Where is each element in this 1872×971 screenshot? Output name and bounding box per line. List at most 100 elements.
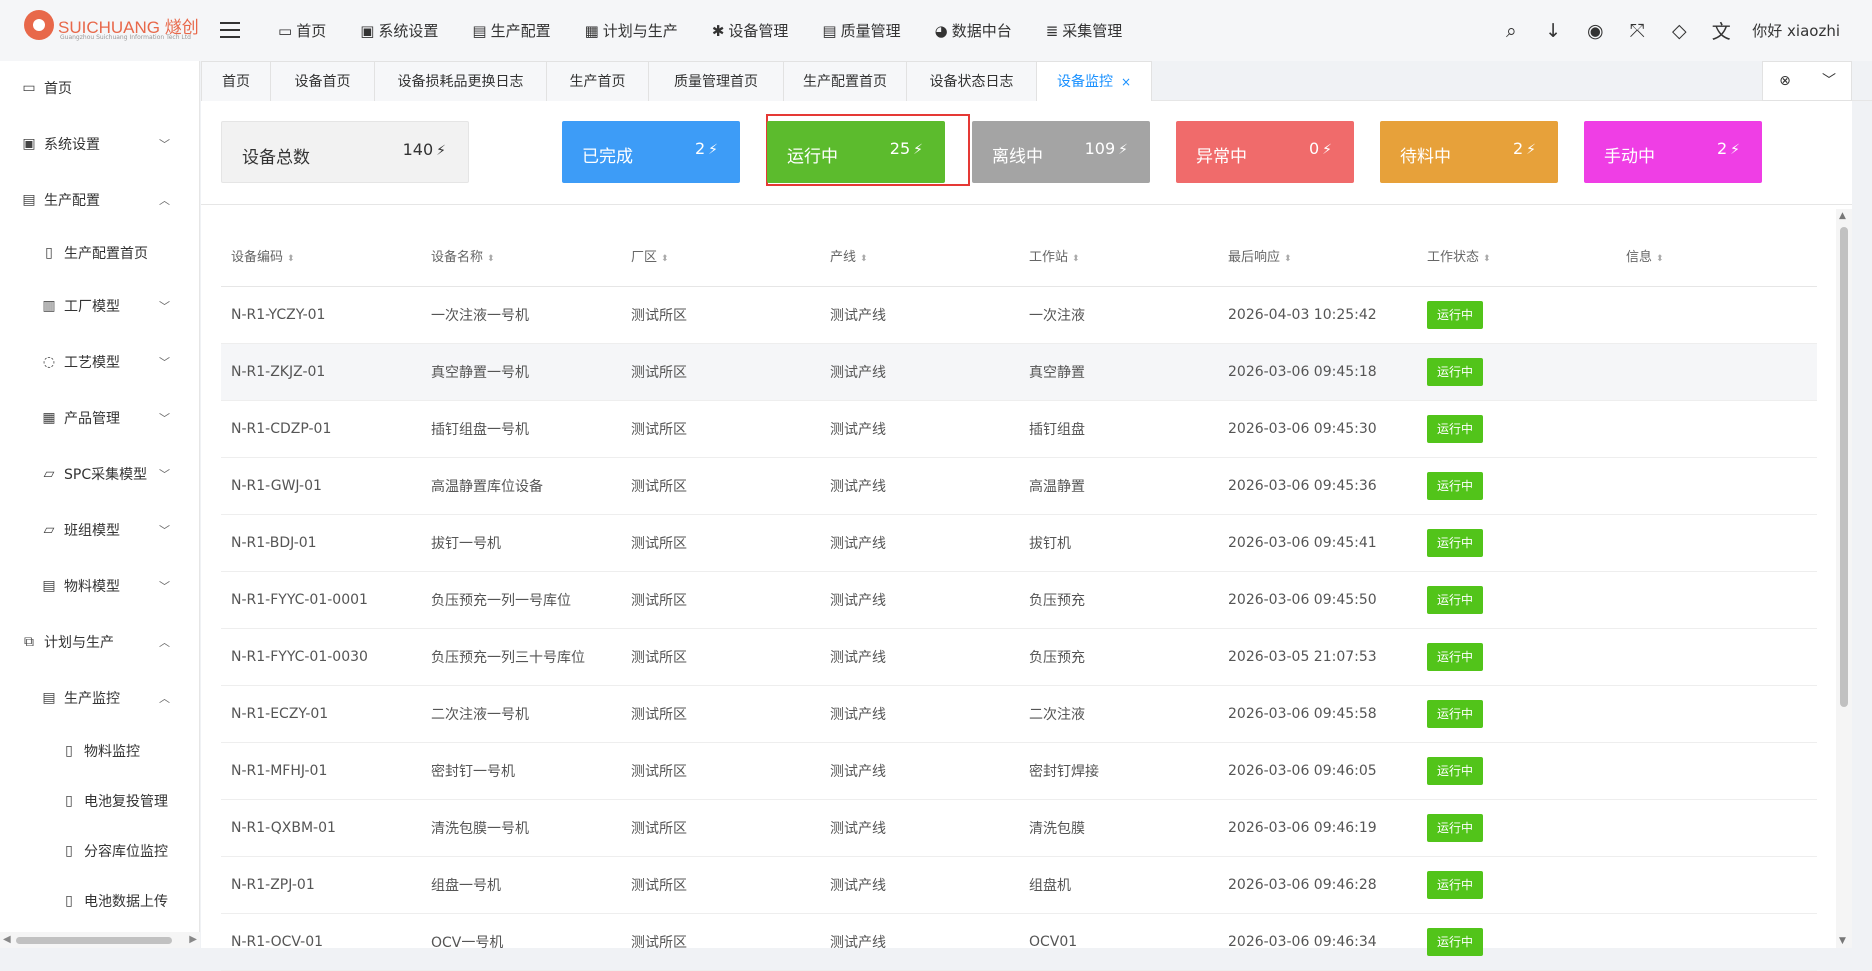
sidebar-item-production-config[interactable]: ▤ 生产配置 ︿	[0, 180, 200, 220]
sidebar-item-capacity-location[interactable]: ▯ 分容库位监控	[0, 831, 200, 871]
sidebar-item-production-config-home[interactable]: ▯ 生产配置首页	[0, 233, 200, 273]
sidebar-item-battery-reinvest[interactable]: ▯ 电池复投管理	[0, 781, 200, 821]
sort-icon[interactable]: ⬍	[1072, 254, 1080, 264]
stat-running[interactable]: 运行中 25 ⚡	[767, 121, 945, 183]
sidebar-item-process-model[interactable]: ◌ 工艺模型 ﹀	[0, 342, 200, 382]
stat-manual[interactable]: 手动中 2 ⚡	[1584, 121, 1762, 183]
scroll-thumb[interactable]	[1840, 227, 1848, 707]
tab-quality-home[interactable]: 质量管理首页	[648, 61, 784, 101]
topnav-system-settings[interactable]: ▣ 系统设置	[360, 0, 438, 61]
topnav-home[interactable]: ▭ 首页	[278, 0, 326, 61]
table-row[interactable]: N-R1-MFHJ-01 密封钉一号机 测试所区 测试产线 密封钉焊接 2026-03-0…	[221, 742, 1817, 800]
sidebar-item-home[interactable]: ▭ 首页	[0, 68, 200, 108]
table-row[interactable]: N-R1-YCZY-01 一次注液一号机 测试所区 测试产线 一次注液 2026-04-0…	[221, 286, 1817, 344]
sort-icon[interactable]: ⬍	[487, 254, 495, 264]
brand-logo[interactable]: SUICHUANG 燧创 Guangzhou Suichuang Informa…	[24, 10, 199, 44]
table-row[interactable]: N-R1-ZPJ-01 组盘一号机 测试所区 测试产线 组盘机 2026-03-06 09…	[221, 856, 1817, 914]
sidebar-item-plan-production[interactable]: ⧉ 计划与生产 ︿	[0, 622, 200, 662]
topnav-production-config[interactable]: ▤ 生产配置	[472, 0, 550, 61]
table-cell: 测试所区	[621, 685, 820, 743]
user-greeting[interactable]: 你好 xiaozhi	[1752, 20, 1840, 41]
settings-icon: ▣	[22, 136, 36, 152]
sidebar-item-battery-upload[interactable]: ▯ 电池数据上传	[0, 881, 200, 921]
sort-icon[interactable]: ⬍	[1284, 254, 1292, 264]
table-row[interactable]: N-R1-CDZP-01 插钉组盘一号机 测试所区 测试产线 插钉组盘 2026-03-0…	[221, 400, 1817, 458]
topnav-quality[interactable]: ▤ 质量管理	[822, 0, 900, 61]
bolt-icon: ⚡	[1526, 142, 1536, 158]
table-cell: 清洗包膜	[1019, 799, 1218, 857]
sort-icon[interactable]: ⬍	[661, 254, 669, 264]
tab-equipment-status-log[interactable]: 设备状态日志	[906, 61, 1037, 101]
sidebar-item-spc-model[interactable]: ▱ SPC采集模型 ﹀	[0, 454, 200, 494]
table-row[interactable]: N-R1-GWJ-01 高温静置库位设备 测试所区 测试产线 高温静置 2026-03-0…	[221, 457, 1817, 515]
table-cell	[1616, 400, 1817, 458]
sidebar-item-factory-model[interactable]: ▥ 工厂模型 ﹀	[0, 286, 200, 326]
stat-total[interactable]: 设备总数 140 ⚡	[221, 121, 469, 183]
table-row[interactable]: N-R1-FYYC-01-0030 负压预充一列三十号库位 测试所区 测试产线 负压预充…	[221, 628, 1817, 686]
tab-production-home[interactable]: 生产首页	[546, 61, 649, 101]
table-cell	[1616, 457, 1817, 515]
topnav-plan-production[interactable]: ▦ 计划与生产	[585, 0, 678, 61]
table-cell	[1616, 913, 1817, 971]
column-header[interactable]: 产线 ⬍	[820, 226, 1019, 287]
table-row[interactable]: N-R1-QXBM-01 清洗包膜一号机 测试所区 测试产线 清洗包膜 2026-03-0…	[221, 799, 1817, 857]
sidebar-item-system-settings[interactable]: ▣ 系统设置 ﹀	[0, 124, 200, 164]
tab-equipment-home[interactable]: 设备首页	[270, 61, 375, 101]
sidebar-item-material-monitor[interactable]: ▯ 物料监控	[0, 731, 200, 771]
close-tabs-icon[interactable]: ⊗	[1763, 62, 1807, 100]
table-vscrollbar[interactable]: ▲ ▼	[1836, 209, 1852, 948]
sidebar-item-product-mgmt[interactable]: ▦ 产品管理 ﹀	[0, 398, 200, 438]
table-cell: 测试所区	[621, 742, 820, 800]
translate-icon[interactable]: 文	[1700, 17, 1742, 44]
sidebar-item-label: 首页	[44, 81, 72, 97]
table-row[interactable]: N-R1-FYYC-01-0001 负压预充一列一号库位 测试所区 测试产线 负压预充 2…	[221, 571, 1817, 629]
scroll-thumb[interactable]	[16, 937, 172, 944]
tab-home[interactable]: 首页	[201, 61, 271, 101]
table-row[interactable]: N-R1-ECZY-01 二次注液一号机 测试所区 测试产线 二次注液 2026-03-0…	[221, 685, 1817, 743]
target-icon[interactable]: ◉	[1574, 20, 1616, 42]
tab-label: 生产配置首页	[803, 74, 887, 90]
column-header[interactable]: 设备名称 ⬍	[421, 226, 621, 287]
tab-production-config-home[interactable]: 生产配置首页	[783, 61, 907, 101]
sidebar-item-material-model[interactable]: ▤ 物料模型 ﹀	[0, 566, 200, 606]
topnav-data-center[interactable]: ◕ 数据中台	[935, 0, 1012, 61]
sidebar-item-team-model[interactable]: ▱ 班组模型 ﹀	[0, 510, 200, 550]
sidebar-item-production-monitor[interactable]: ▤ 生产监控 ︿	[0, 678, 200, 718]
menu-toggle-icon[interactable]	[220, 22, 240, 38]
table-row[interactable]: N-R1-OCV-01 OCV一号机 测试所区 测试产线 OCV01 2026-03-06…	[221, 913, 1817, 971]
diamond-icon[interactable]: ◇	[1658, 20, 1700, 42]
column-header[interactable]: 信息 ⬍	[1616, 226, 1817, 287]
sort-icon[interactable]: ⬍	[1483, 254, 1491, 264]
close-icon[interactable]: ×	[1121, 75, 1131, 89]
table-row[interactable]: N-R1-ZKJZ-01 真空静置一号机 测试所区 测试产线 真空静置 2026-03-0…	[221, 343, 1817, 401]
table-cell: 组盘一号机	[421, 856, 621, 914]
scroll-right-icon[interactable]: ▶	[189, 934, 197, 945]
status-badge: 运行中	[1427, 471, 1484, 500]
sidebar-hscrollbar[interactable]: ◀ ▶	[0, 932, 200, 948]
stat-abnormal[interactable]: 异常中 0 ⚡	[1176, 121, 1354, 183]
fullscreen-icon[interactable]: ⤧	[1616, 20, 1658, 42]
table-cell: 真空静置	[1019, 343, 1218, 401]
column-header[interactable]: 工作站 ⬍	[1019, 226, 1218, 287]
download-icon[interactable]: ↓	[1532, 20, 1574, 42]
scroll-down-icon[interactable]: ▼	[1839, 936, 1846, 946]
sort-icon[interactable]: ⬍	[860, 254, 868, 264]
column-header[interactable]: 工作状态 ⬍	[1417, 226, 1616, 287]
tab-consumable-log[interactable]: 设备损耗品更换日志	[374, 61, 547, 101]
column-header[interactable]: 厂区 ⬍	[621, 226, 820, 287]
stat-offline[interactable]: 离线中 109 ⚡	[972, 121, 1150, 183]
search-icon[interactable]: ⌕	[1490, 20, 1532, 42]
scroll-up-icon[interactable]: ▲	[1839, 211, 1846, 221]
sort-icon[interactable]: ⬍	[1656, 254, 1664, 264]
stat-completed[interactable]: 已完成 2 ⚡	[562, 121, 740, 183]
stat-waiting-material[interactable]: 待料中 2 ⚡	[1380, 121, 1558, 183]
tab-equipment-monitor[interactable]: 设备监控 ×	[1036, 61, 1152, 101]
table-row[interactable]: N-R1-BDJ-01 拔钉一号机 测试所区 测试产线 拔钉机 2026-03-06 09…	[221, 514, 1817, 572]
column-header[interactable]: 设备编码 ⬍	[221, 226, 421, 287]
topnav-equipment[interactable]: ✱ 设备管理	[712, 0, 789, 61]
sort-icon[interactable]: ⬍	[287, 254, 295, 264]
scroll-left-icon[interactable]: ◀	[3, 934, 11, 945]
topnav-collection[interactable]: ≣ 采集管理	[1046, 0, 1123, 61]
column-header[interactable]: 最后响应 ⬍	[1218, 226, 1417, 287]
chevron-down-icon[interactable]: ﹀	[1807, 62, 1851, 100]
